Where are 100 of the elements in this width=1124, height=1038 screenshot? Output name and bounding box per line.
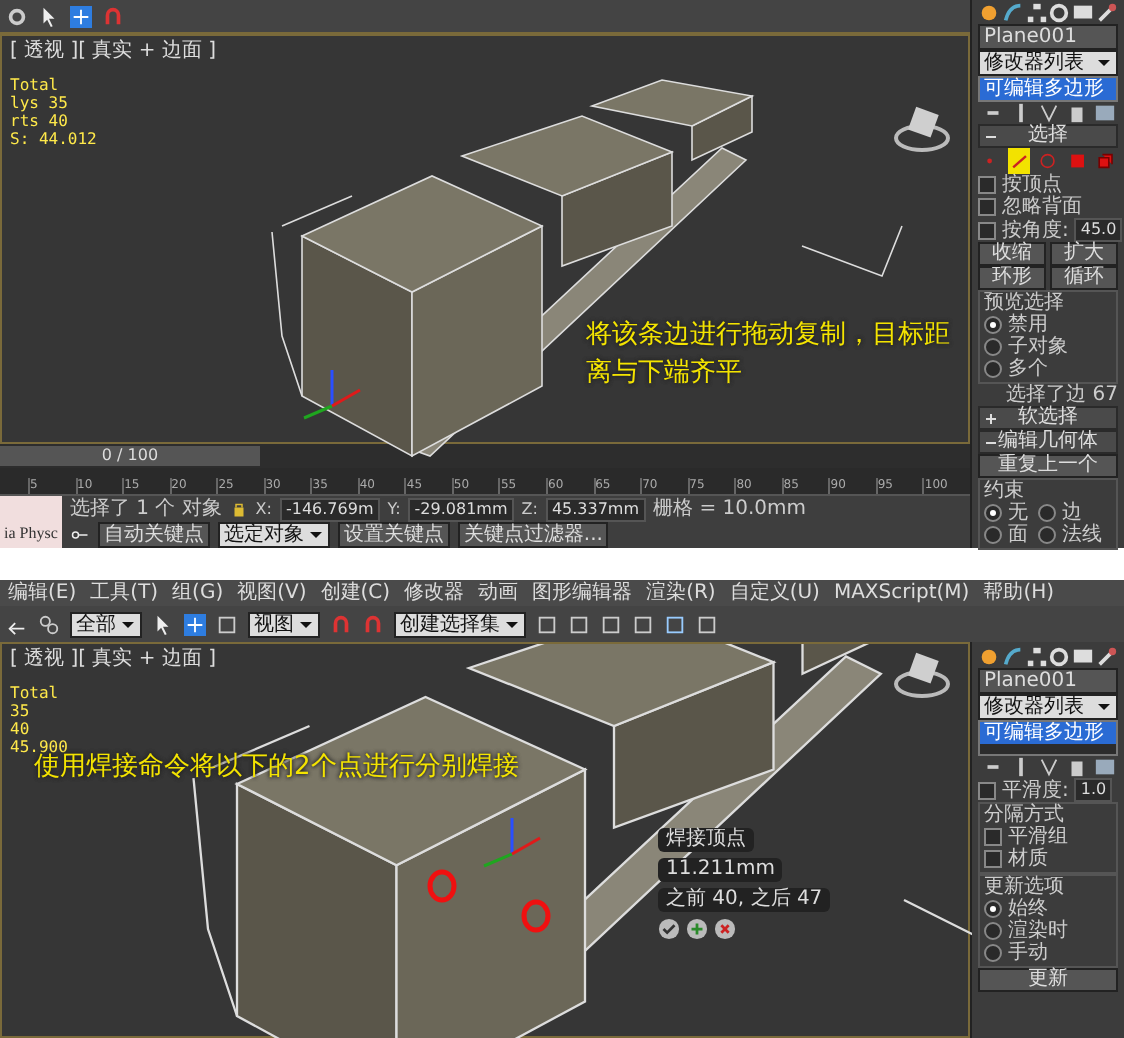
- circle-icon[interactable]: [1048, 2, 1071, 24]
- radio-button[interactable]: [984, 504, 1002, 522]
- caption-text: 将该条边进行拖动复制，目标距离与下端齐平: [586, 318, 952, 392]
- rollout-header[interactable]: 编辑几何体: [978, 430, 1118, 454]
- menu-item[interactable]: MAXScript(M): [833, 582, 970, 604]
- menu-item[interactable]: 自定义(U): [729, 582, 820, 604]
- menu-item[interactable]: 修改器: [404, 582, 465, 604]
- modifier-stack-item[interactable]: 可编辑多边形: [980, 722, 1116, 744]
- link-icon[interactable]: [38, 613, 60, 635]
- auto-key-button[interactable]: 自动关键点: [97, 522, 210, 548]
- panel-button[interactable]: 扩大: [1050, 242, 1118, 266]
- viewport-label[interactable]: [ 透视 ][ 真实 + 边面 ]: [10, 40, 217, 62]
- transform-gizmo-icon[interactable]: [303, 370, 361, 420]
- selection-set-dropdown[interactable]: 创建选择集: [394, 611, 526, 637]
- radio-button[interactable]: [984, 944, 1002, 962]
- option-label: 多个: [1008, 358, 1048, 380]
- hierarchy-icon[interactable]: [1025, 2, 1048, 24]
- menu-item[interactable]: 帮助(H): [983, 582, 1055, 604]
- axis-label: Z:: [521, 500, 538, 518]
- menu-item[interactable]: 动画: [478, 582, 519, 604]
- key-icon[interactable]: [69, 526, 90, 544]
- highlight-ring: [521, 899, 551, 933]
- option-label: 平滑组: [1008, 826, 1068, 848]
- checkbox[interactable]: [978, 221, 996, 239]
- frame-counter[interactable]: 0 / 100: [0, 446, 260, 466]
- group-label: 分隔方式: [984, 804, 1066, 826]
- panel-button[interactable]: 环形: [978, 266, 1046, 290]
- circle-icon[interactable]: [1048, 645, 1071, 667]
- group-label: 约束: [984, 480, 1026, 502]
- key-mode-dropdown[interactable]: 选定对象: [217, 522, 330, 548]
- hierarchy-icon[interactable]: [1025, 645, 1048, 667]
- stats-text: 35: [10, 702, 32, 720]
- stats-text: 45.900: [10, 738, 68, 756]
- vertex-count-text: 之前 40, 之后 47: [658, 888, 831, 912]
- option-label: 面: [1008, 524, 1028, 546]
- radio-button[interactable]: [984, 526, 1002, 544]
- option-label: 手动: [1008, 942, 1048, 964]
- plus-icon[interactable]: [686, 918, 708, 940]
- menu-item[interactable]: 组(G): [172, 582, 224, 604]
- modifier-list-dropdown[interactable]: 修改器列表: [978, 50, 1118, 76]
- panel-button[interactable]: 重复上一个: [978, 454, 1118, 478]
- element-icon[interactable]: [1094, 148, 1118, 174]
- reference-coordinate-dropdown[interactable]: 视图: [248, 611, 320, 637]
- lock-icon[interactable]: [229, 500, 248, 518]
- panel-button[interactable]: 更新: [978, 968, 1118, 992]
- checkbox-label: 按角度:: [1002, 219, 1069, 241]
- axis-label: X:: [255, 500, 272, 518]
- coordinate-field[interactable]: -29.081mm: [408, 497, 514, 521]
- menu-item[interactable]: 创建(C): [320, 582, 391, 604]
- rollout-header[interactable]: 选择: [978, 124, 1118, 148]
- object-name-field[interactable]: Plane001: [978, 24, 1118, 50]
- viewcube-icon[interactable]: [894, 652, 950, 698]
- option-label: 边: [1062, 502, 1082, 524]
- viewcube-icon[interactable]: [894, 106, 950, 152]
- move-icon[interactable]: [70, 5, 92, 27]
- checkbox[interactable]: [978, 176, 996, 194]
- coordinate-field[interactable]: 45.337mm: [545, 497, 646, 521]
- curve-icon[interactable]: [1001, 645, 1024, 667]
- modifier-list-dropdown[interactable]: 修改器列表: [978, 694, 1118, 720]
- cross-icon[interactable]: [714, 918, 736, 940]
- move-icon[interactable]: [184, 613, 206, 635]
- edge-icon[interactable]: [1007, 148, 1031, 174]
- radio-button[interactable]: [984, 316, 1002, 334]
- menu-item[interactable]: 渲染(R): [646, 582, 716, 604]
- menu-item[interactable]: 图形编辑器: [532, 582, 633, 604]
- curve-icon[interactable]: [1001, 2, 1024, 24]
- listener-text: ia Physc: [0, 496, 62, 548]
- coordinate-field[interactable]: -146.769m: [279, 497, 380, 521]
- grid-size-text: 栅格 = 10.0mm: [653, 498, 806, 520]
- group-label: 预览选择: [984, 292, 1066, 314]
- cursor-icon[interactable]: [38, 5, 60, 27]
- set-key-button[interactable]: 设置关键点: [337, 522, 450, 548]
- value-spinner[interactable]: 1.0: [1074, 778, 1113, 802]
- checkbox[interactable]: [978, 198, 996, 216]
- object-name-field[interactable]: Plane001: [978, 668, 1118, 694]
- menu-item[interactable]: 视图(V): [237, 582, 307, 604]
- radio-button[interactable]: [984, 900, 1002, 918]
- key-filters-button[interactable]: 关键点过滤器...: [457, 522, 609, 548]
- radio-button[interactable]: [984, 338, 1002, 356]
- menu-item[interactable]: 工具(T): [90, 582, 159, 604]
- check-icon[interactable]: [658, 918, 680, 940]
- value-spinner[interactable]: 45.0: [1074, 218, 1123, 242]
- checkbox[interactable]: [978, 781, 996, 799]
- option-label: 渲染时: [1008, 920, 1068, 942]
- radio-button[interactable]: [1038, 526, 1056, 544]
- panel-button[interactable]: 收缩: [978, 242, 1046, 266]
- cursor-icon[interactable]: [152, 613, 174, 635]
- radio-button[interactable]: [984, 360, 1002, 378]
- selection-filter-dropdown[interactable]: 全部: [70, 611, 142, 637]
- modifier-stack-item[interactable]: 可编辑多边形: [980, 78, 1116, 100]
- checkbox[interactable]: [984, 850, 1002, 868]
- weld-threshold-field[interactable]: 11.211mm: [658, 858, 783, 882]
- viewport-label[interactable]: [ 透视 ][ 真实 + 边面 ]: [10, 648, 217, 670]
- panel-button[interactable]: 循环: [1050, 266, 1118, 290]
- menu-item[interactable]: 编辑(E): [8, 582, 77, 604]
- checkbox[interactable]: [984, 828, 1002, 846]
- radio-button[interactable]: [984, 922, 1002, 940]
- option-label: 始终: [1008, 898, 1048, 920]
- radio-button[interactable]: [1038, 504, 1056, 522]
- rollout-header[interactable]: 软选择: [978, 406, 1118, 430]
